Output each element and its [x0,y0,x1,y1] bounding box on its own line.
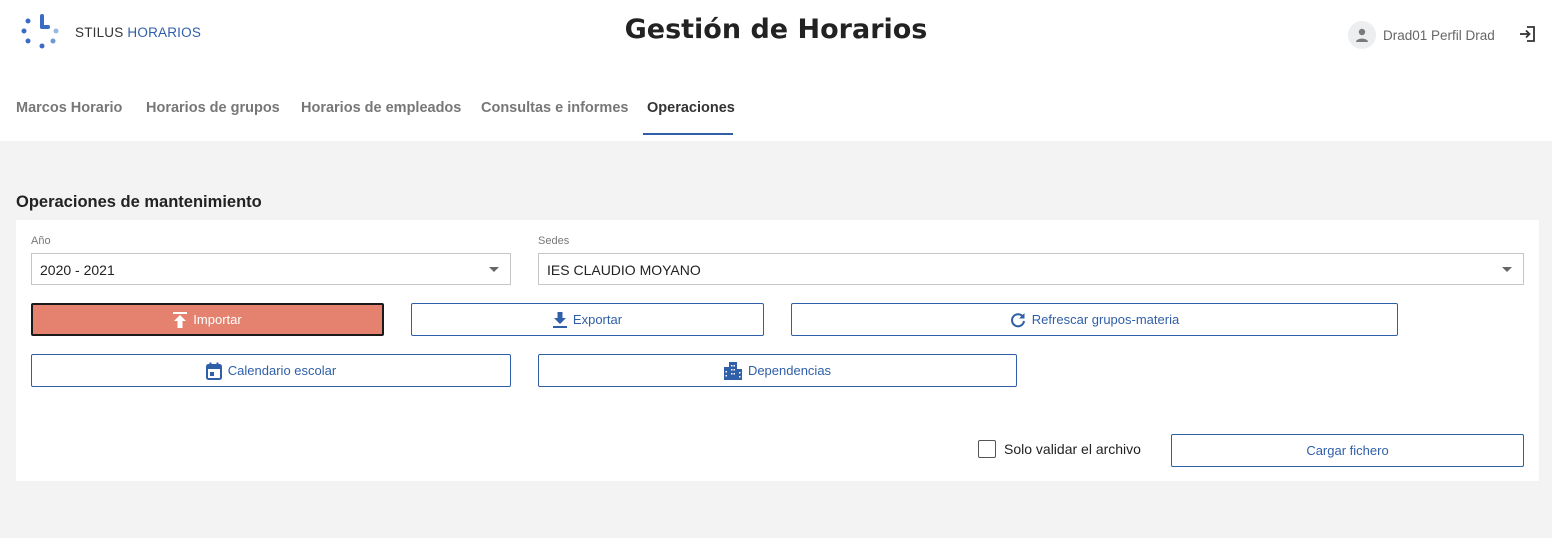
avatar [1348,21,1376,49]
app-header: STILUS HORARIOS Gestión de Horarios Drad… [0,0,1552,70]
exportar-button[interactable]: Exportar [411,303,764,336]
building-icon [723,361,742,380]
solo-validar-label: Solo validar el archivo [1004,441,1141,457]
tab-marcos-horario[interactable]: Marcos Horario [16,86,122,134]
chevron-down-icon [489,267,499,272]
cargar-fichero-button[interactable]: Cargar fichero [1171,434,1524,467]
refrescar-label: Refrescar grupos-materia [1031,312,1180,327]
importar-button[interactable]: Importar [31,303,384,336]
solo-validar-option[interactable]: Solo validar el archivo [978,440,1141,458]
page-title: Gestión de Horarios [624,14,928,45]
year-value: 2020 - 2021 [40,262,115,278]
logout-icon[interactable] [1517,24,1537,44]
importar-label: Importar [193,312,242,327]
year-select[interactable]: 2020 - 2021 [31,253,511,285]
download-icon [552,311,567,328]
tab-consultas-informes[interactable]: Consultas e informes [481,86,628,134]
chevron-down-icon [1502,267,1512,272]
calendario-escolar-button[interactable]: Calendario escolar [31,354,511,387]
exportar-label: Exportar [572,312,623,327]
tab-horarios-empleados[interactable]: Horarios de empleados [301,86,461,134]
user-icon [1356,28,1368,42]
sedes-select[interactable]: IES CLAUDIO MOYANO [538,253,1524,285]
user-profile[interactable]: Drad01 Perfil Drad [1348,21,1495,49]
section-title: Operaciones de mantenimiento [16,193,262,211]
main-tabs: Marcos Horario Horarios de grupos Horari… [0,86,1552,136]
cargar-label: Cargar fichero [1306,443,1389,458]
tab-operaciones[interactable]: Operaciones [647,86,735,134]
dependencias-button[interactable]: Dependencias [538,354,1017,387]
tab-horarios-grupos[interactable]: Horarios de grupos [146,86,280,134]
dependencias-label: Dependencias [747,363,832,378]
year-label: Año [31,235,51,247]
calendar-icon [205,362,222,380]
sedes-value: IES CLAUDIO MOYANO [547,262,701,278]
refrescar-grupos-materia-button[interactable]: Refrescar grupos-materia [791,303,1398,336]
calendario-label: Calendario escolar [227,363,337,378]
upload-icon [173,311,188,328]
sedes-label: Sedes [538,235,570,247]
user-name: Drad01 Perfil Drad [1383,27,1495,43]
active-tab-indicator [643,133,733,135]
solo-validar-checkbox[interactable] [978,440,996,458]
refresh-icon [1010,312,1025,327]
